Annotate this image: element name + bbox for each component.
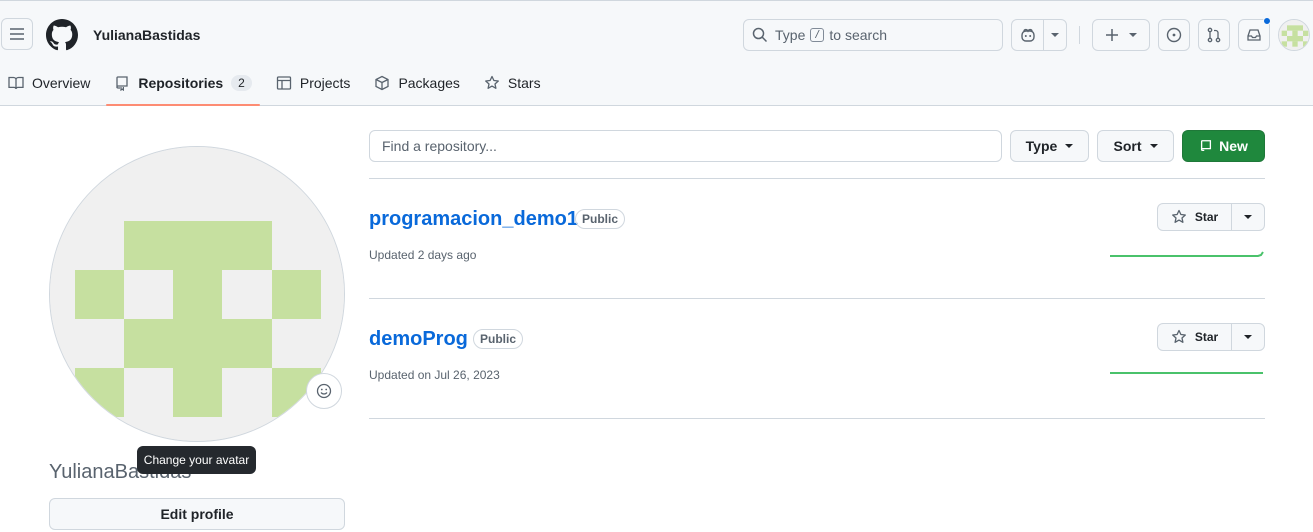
- tab-repositories[interactable]: Repositories 2: [106, 67, 260, 106]
- header-divider: [1079, 26, 1080, 44]
- list-divider: [369, 178, 1265, 179]
- star-icon: [1171, 329, 1186, 343]
- tab-label: Packages: [398, 75, 460, 91]
- identicon-avatar-small: [1279, 20, 1309, 50]
- tab-packages[interactable]: Packages: [366, 67, 467, 99]
- star-button-group: Star: [1157, 203, 1265, 231]
- set-status-button[interactable]: [306, 373, 342, 409]
- search-suffix: to search: [829, 27, 887, 43]
- search-icon: [752, 27, 768, 43]
- notification-indicator: [1263, 17, 1271, 25]
- identicon-avatar: [50, 147, 344, 441]
- issue-opened-icon: [1166, 27, 1182, 43]
- list-divider: [369, 298, 1265, 299]
- copilot-dropdown[interactable]: [1044, 20, 1066, 50]
- search-input[interactable]: Type / to search: [743, 19, 1003, 51]
- star-lists-dropdown[interactable]: [1232, 204, 1264, 230]
- package-icon: [375, 75, 390, 91]
- inbox-icon: [1247, 29, 1261, 41]
- new-repository-label: New: [1219, 138, 1248, 154]
- star-button-group: Star: [1157, 323, 1265, 351]
- triangle-down-icon: [1244, 335, 1252, 339]
- activity-sparkline: [1110, 372, 1263, 374]
- star-lists-dropdown[interactable]: [1232, 324, 1264, 350]
- list-divider: [369, 418, 1265, 419]
- star-button[interactable]: Star: [1158, 204, 1232, 230]
- triangle-down-icon: [1149, 144, 1158, 148]
- github-logo-icon[interactable]: [46, 19, 78, 51]
- star-icon: [484, 75, 499, 89]
- tab-label: Stars: [507, 75, 541, 91]
- star-label: Star: [1194, 210, 1219, 224]
- triangle-down-icon: [1244, 215, 1252, 219]
- visibility-badge: Public: [473, 329, 524, 349]
- triangle-down-icon: [1051, 33, 1059, 37]
- activity-sparkline: [1110, 251, 1264, 257]
- header-username[interactable]: YulianaBastidas: [93, 27, 200, 43]
- tab-overview[interactable]: Overview: [0, 67, 98, 99]
- smiley-icon: [316, 383, 332, 399]
- star-icon: [1171, 209, 1186, 223]
- triangle-down-icon: [1065, 144, 1074, 148]
- repo-updated-time: Updated 2 days ago: [369, 248, 477, 262]
- create-new-button[interactable]: [1092, 19, 1150, 51]
- pull-requests-button[interactable]: [1198, 19, 1230, 51]
- hamburger-icon: [10, 28, 24, 40]
- tab-label: Projects: [299, 75, 351, 91]
- repo-icon: [116, 76, 129, 91]
- repo-icon: [1201, 140, 1212, 152]
- avatar-tooltip: Change your avatar: [137, 446, 256, 474]
- repo-link[interactable]: programacion_demo1: [369, 208, 578, 231]
- book-icon: [8, 76, 24, 90]
- star-label: Star: [1194, 330, 1219, 344]
- search-shortcut-key: /: [810, 28, 825, 42]
- profile-tabs: Overview Repositories 2 Projects Package…: [0, 67, 557, 107]
- user-avatar-menu[interactable]: [1278, 19, 1310, 51]
- sort-button[interactable]: Sort: [1097, 130, 1174, 162]
- sort-label: Sort: [1113, 138, 1142, 154]
- copilot-icon: [1020, 28, 1035, 42]
- tab-projects[interactable]: Projects: [268, 67, 359, 99]
- global-header: YulianaBastidas Type / to search Overvie…: [0, 0, 1313, 106]
- copilot-button-group: [1011, 19, 1067, 51]
- visibility-badge: Public: [575, 209, 626, 229]
- tab-stars[interactable]: Stars: [476, 67, 549, 99]
- copilot-button[interactable]: [1012, 20, 1044, 50]
- menu-button[interactable]: [1, 18, 33, 50]
- repository-count-badge: 2: [231, 75, 252, 91]
- tab-label: Overview: [32, 75, 91, 91]
- table-icon: [276, 76, 292, 90]
- type-filter-button[interactable]: Type: [1010, 130, 1089, 162]
- star-button[interactable]: Star: [1158, 324, 1232, 350]
- repo-updated-time: Updated on Jul 26, 2023: [369, 368, 500, 382]
- type-filter-label: Type: [1025, 138, 1058, 154]
- triangle-down-icon: [1129, 33, 1137, 37]
- edit-profile-button[interactable]: Edit profile: [49, 498, 345, 530]
- search-prefix: Type: [775, 27, 806, 43]
- git-pull-request-icon: [1207, 27, 1221, 43]
- tab-label: Repositories: [138, 75, 224, 91]
- profile-avatar[interactable]: [49, 146, 345, 442]
- repo-link[interactable]: demoProg: [369, 328, 468, 351]
- issues-button[interactable]: [1158, 19, 1190, 51]
- find-repository-input[interactable]: [369, 130, 1002, 162]
- new-repository-button[interactable]: New: [1182, 130, 1265, 162]
- plus-icon: [1106, 29, 1118, 41]
